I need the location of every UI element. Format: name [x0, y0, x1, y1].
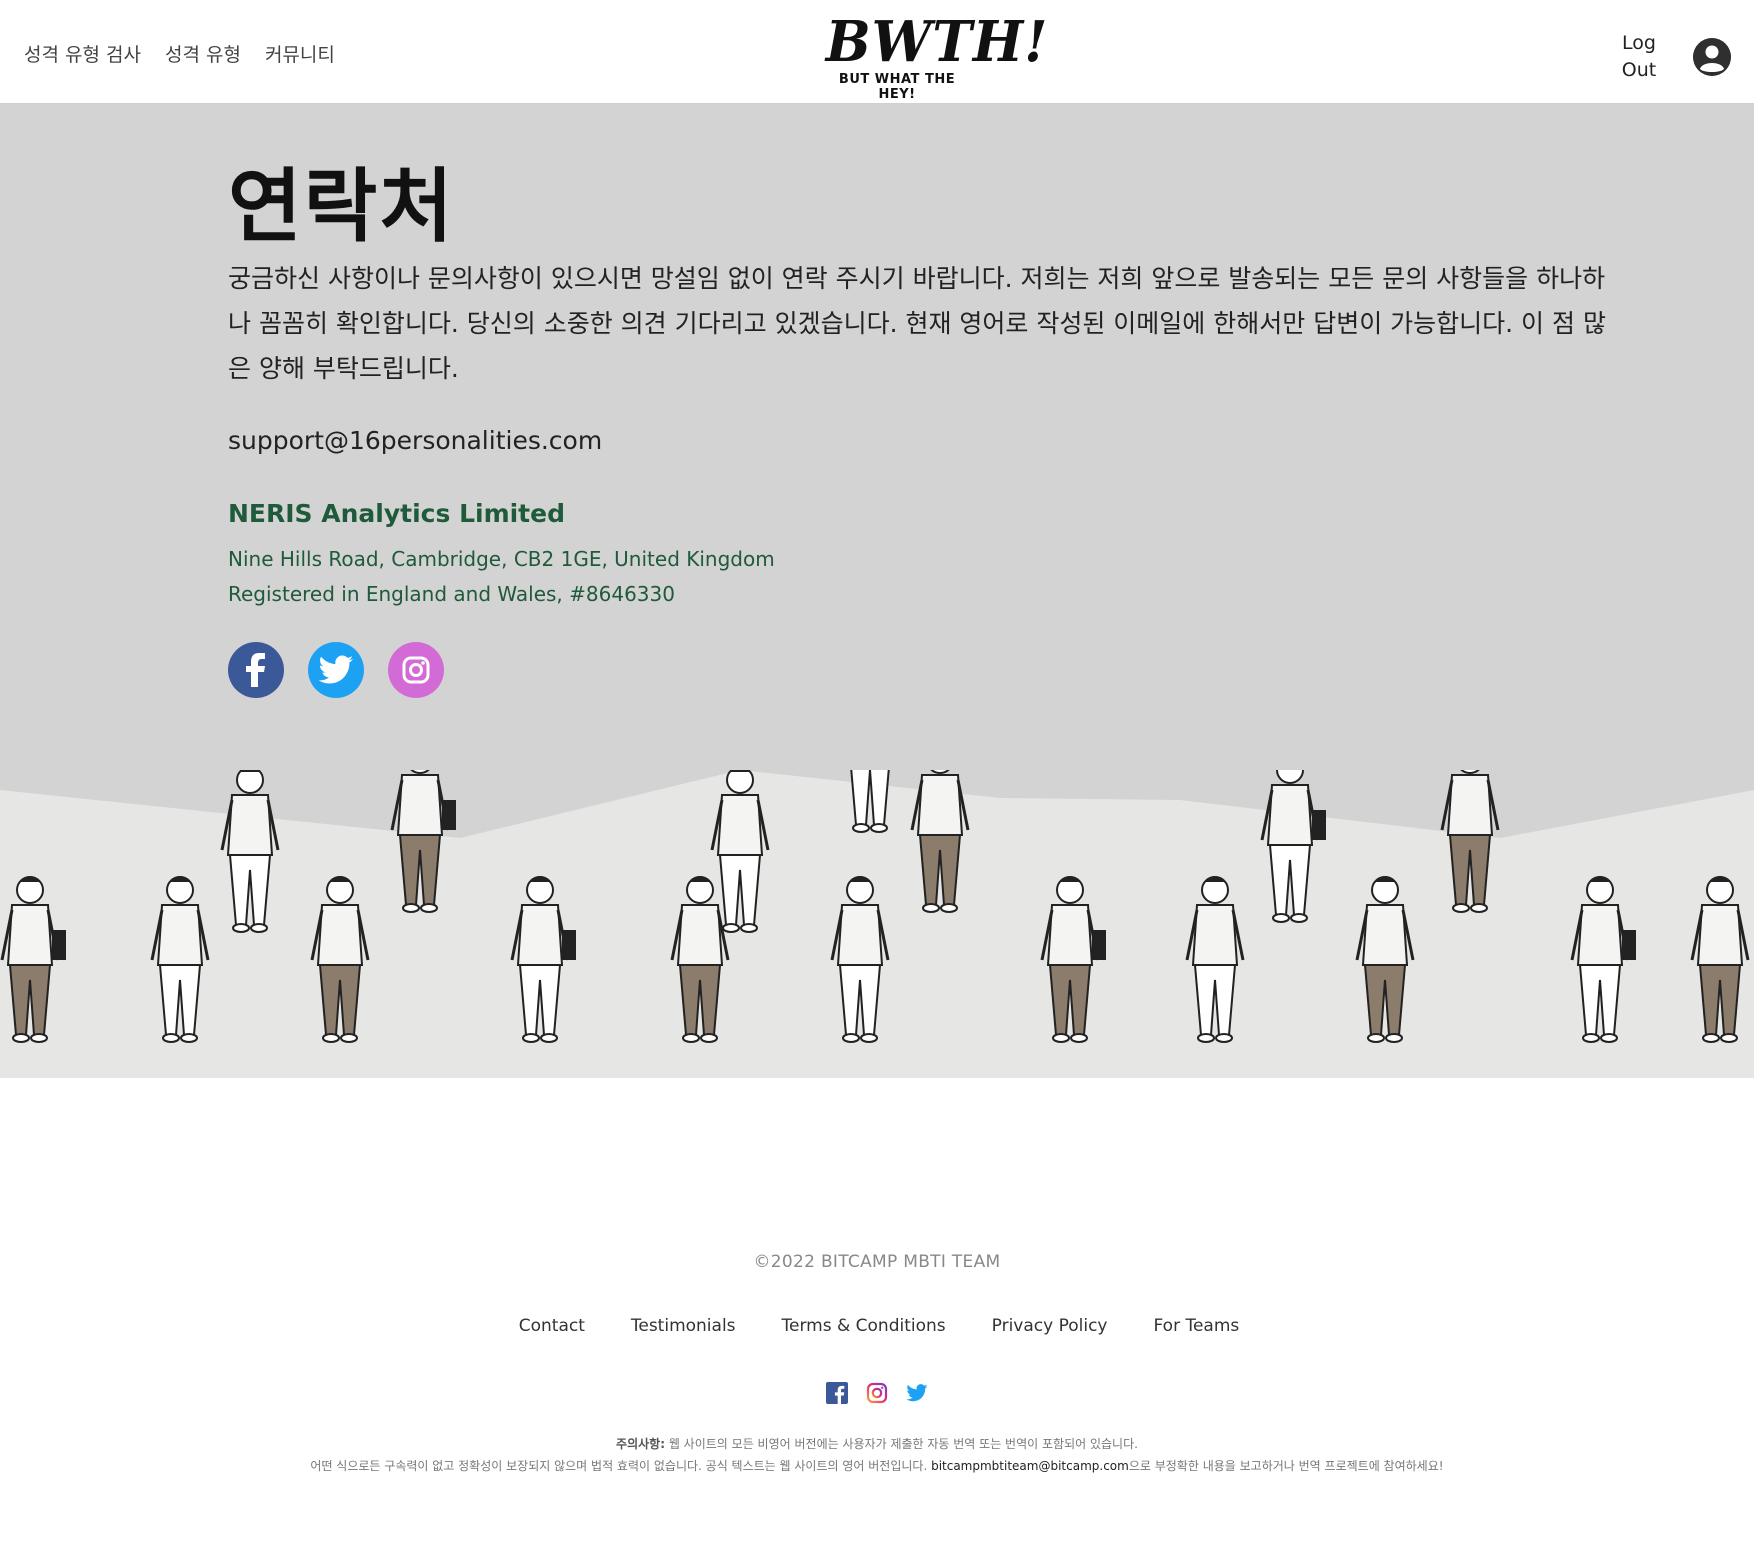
logo-tagline: BUT WHAT THE HEY! — [838, 72, 956, 102]
instagram-icon[interactable] — [388, 642, 444, 698]
site-header: 성격 유형 검사 성격 유형 커뮤니티 BWTH! BUT WHAT THE H… — [0, 0, 1754, 104]
company-address-block: Nine Hills Road, Cambridge, CB2 1GE, Uni… — [228, 542, 775, 612]
facebook-icon[interactable] — [826, 1382, 848, 1404]
page-title: 연락처 — [228, 160, 455, 253]
copyright-text: ©2022 BITCAMP MBTI TEAM — [753, 1252, 1001, 1272]
logo-wordmark: BWTH! — [825, 9, 1049, 75]
contact-section: 연락처 궁금하신 사항이나 문의사항이 있으시면 망설임 없이 연락 주시기 바… — [0, 104, 1754, 1078]
company-name: NERIS Analytics Limited — [228, 499, 565, 528]
footer-link-for-teams[interactable]: For Teams — [1154, 1316, 1240, 1336]
nav-personality-test[interactable]: 성격 유형 검사 — [24, 40, 141, 67]
site-logo[interactable]: BWTH! BUT WHAT THE HEY! — [822, 9, 1049, 102]
footer-link-terms[interactable]: Terms & Conditions — [782, 1316, 946, 1336]
contact-description: 궁금하신 사항이나 문의사항이 있으시면 망설임 없이 연락 주시기 바랍니다.… — [228, 264, 1606, 383]
disclaimer-line-2: 어떤 식으로든 구속력이 없고 정확성이 보장되지 않으며 법적 효력이 없습니… — [0, 1455, 1754, 1477]
twitter-icon[interactable] — [906, 1382, 928, 1404]
disclaimer-email-link[interactable]: bitcampmbtiteam@bitcamp.com — [931, 1459, 1129, 1473]
footer-link-testimonials[interactable]: Testimonials — [631, 1316, 736, 1336]
nav-personality-types[interactable]: 성격 유형 — [165, 40, 241, 67]
disclaimer-label: 주의사항: — [616, 1437, 666, 1451]
facebook-icon[interactable] — [228, 642, 284, 698]
logout-button[interactable]: Log Out — [1614, 30, 1664, 84]
disclaimer-line-1: 주의사항: 웹 사이트의 모든 비영어 버전에는 사용자가 제출한 자동 번역 … — [0, 1433, 1754, 1455]
contact-social-links — [228, 642, 444, 698]
disclaimer-text-3: 으로 부정확한 내용을 보고하거나 번역 프로젝트에 참여하세요! — [1128, 1459, 1444, 1473]
instagram-icon[interactable] — [866, 1382, 888, 1404]
support-email[interactable]: support@16personalities.com — [228, 426, 602, 455]
logout-label-line2: Out — [1621, 59, 1657, 81]
user-avatar-icon[interactable] — [1693, 38, 1731, 76]
main-nav: 성격 유형 검사 성격 유형 커뮤니티 — [24, 40, 335, 67]
translation-disclaimer: 주의사항: 웹 사이트의 모든 비영어 버전에는 사용자가 제출한 자동 번역 … — [0, 1433, 1754, 1477]
footer-link-privacy[interactable]: Privacy Policy — [992, 1316, 1108, 1336]
company-address: Nine Hills Road, Cambridge, CB2 1GE, Uni… — [228, 547, 775, 571]
nav-community[interactable]: 커뮤니티 — [265, 40, 335, 67]
logout-label-line1: Log — [1622, 32, 1656, 54]
disclaimer-text-2: 어떤 식으로든 구속력이 없고 정확성이 보장되지 않으며 법적 효력이 없습니… — [310, 1459, 932, 1473]
company-registration: Registered in England and Wales, #864633… — [228, 582, 675, 606]
crowd-illustration — [0, 770, 1754, 1078]
twitter-icon[interactable] — [308, 642, 364, 698]
disclaimer-text-1: 웹 사이트의 모든 비영어 버전에는 사용자가 제출한 자동 번역 또는 번역이… — [665, 1437, 1138, 1451]
footer-link-contact[interactable]: Contact — [519, 1316, 585, 1336]
footer-links: Contact Testimonials Terms & Conditions … — [0, 1316, 1754, 1336]
footer-social-links — [0, 1382, 1754, 1404]
